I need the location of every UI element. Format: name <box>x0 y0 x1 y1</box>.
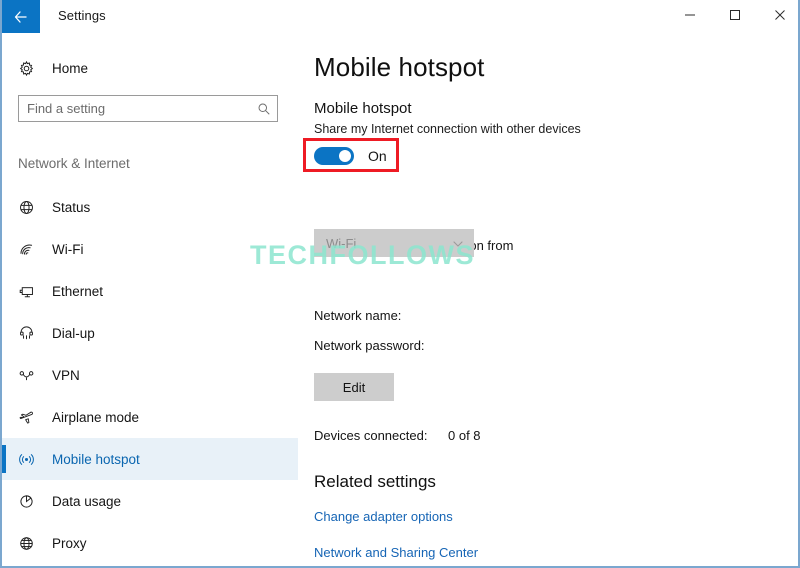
toggle-knob <box>339 150 351 162</box>
sidebar-item-airplane-mode[interactable]: Airplane mode <box>2 396 298 438</box>
globe-status-icon <box>18 199 44 216</box>
network-password-label: Network password: <box>314 338 425 353</box>
sidebar-item-label: Ethernet <box>52 283 104 299</box>
minimize-icon <box>684 8 696 26</box>
related-link-network-and-sharing-center[interactable]: Network and Sharing Center <box>314 545 478 560</box>
title-bar: Settings <box>2 0 798 35</box>
wifi-icon <box>18 241 44 258</box>
section-heading: Mobile hotspot <box>314 100 412 117</box>
toggle-switch[interactable] <box>314 147 354 165</box>
search-icon[interactable] <box>251 102 277 116</box>
search-input[interactable] <box>19 96 251 121</box>
share-from-dropdown[interactable]: Wi-Fi <box>314 229 474 257</box>
sidebar-item-ethernet[interactable]: Ethernet <box>2 270 298 312</box>
maximize-icon <box>729 8 741 26</box>
page-title: Mobile hotspot <box>314 52 485 82</box>
share-from-value: Wi-Fi <box>326 235 357 251</box>
close-button[interactable] <box>757 0 798 33</box>
sidebar-item-label: Mobile hotspot <box>52 451 140 467</box>
edit-button[interactable]: Edit <box>314 373 394 401</box>
sidebar-item-label: Status <box>52 199 91 215</box>
dialup-phone-icon <box>18 325 44 342</box>
sidebar-item-label: VPN <box>52 367 80 383</box>
settings-window: Settings Home Find a setting Network & I… <box>0 0 800 568</box>
close-icon <box>774 8 786 26</box>
sidebar-item-home[interactable]: Home <box>2 50 298 86</box>
sidebar-item-status[interactable]: Status <box>2 186 298 228</box>
network-name-label: Network name: <box>314 308 402 323</box>
search-box[interactable] <box>18 95 278 122</box>
sidebar-item-data-usage[interactable]: Data usage <box>2 480 298 522</box>
sidebar-item-label: Data usage <box>52 493 122 509</box>
related-settings-heading: Related settings <box>314 472 436 491</box>
back-arrow-icon <box>13 9 29 25</box>
globe-grid-icon <box>18 535 44 552</box>
back-button[interactable] <box>2 0 40 33</box>
sidebar-item-mobile-hotspot[interactable]: Mobile hotspot <box>2 438 298 480</box>
sidebar-item-label: Dial-up <box>52 325 95 341</box>
devices-connected-label: Devices connected: <box>314 428 428 443</box>
gear-icon <box>18 60 44 77</box>
hotspot-signal-icon <box>18 451 44 468</box>
vpn-icon <box>18 367 44 384</box>
sidebar: Home Network & Internet <box>2 34 298 566</box>
chevron-down-icon <box>452 237 464 255</box>
ethernet-icon <box>18 283 44 300</box>
sidebar-item-home-label: Home <box>52 60 89 76</box>
related-link-change-adapter-options[interactable]: Change adapter options <box>314 509 453 524</box>
sidebar-item-label: Proxy <box>52 535 87 551</box>
app-title: Settings <box>58 8 106 23</box>
minimize-button[interactable] <box>667 0 712 33</box>
mobile-hotspot-toggle[interactable]: On <box>314 147 387 165</box>
main-content: Mobile hotspot Mobile hotspot Share my I… <box>298 34 798 566</box>
devices-connected-value: 0 of 8 <box>448 428 481 443</box>
sidebar-nav-list: Status Wi-Fi Ethernet Dial-up VPN Airpla… <box>2 186 298 564</box>
sidebar-item-proxy[interactable]: Proxy <box>2 522 298 564</box>
pie-chart-icon <box>18 493 44 510</box>
sidebar-item-dial-up[interactable]: Dial-up <box>2 312 298 354</box>
sidebar-item-vpn[interactable]: VPN <box>2 354 298 396</box>
maximize-button[interactable] <box>712 0 757 33</box>
sidebar-item-label: Airplane mode <box>52 409 140 425</box>
section-subtext: Share my Internet connection with other … <box>314 122 581 136</box>
selection-indicator <box>2 445 6 473</box>
airplane-icon <box>18 409 44 426</box>
toggle-state-label: On <box>368 148 387 164</box>
sidebar-item-label: Wi-Fi <box>52 241 84 257</box>
sidebar-item-wifi[interactable]: Wi-Fi <box>2 228 298 270</box>
sidebar-group-label: Network & Internet <box>18 156 130 171</box>
